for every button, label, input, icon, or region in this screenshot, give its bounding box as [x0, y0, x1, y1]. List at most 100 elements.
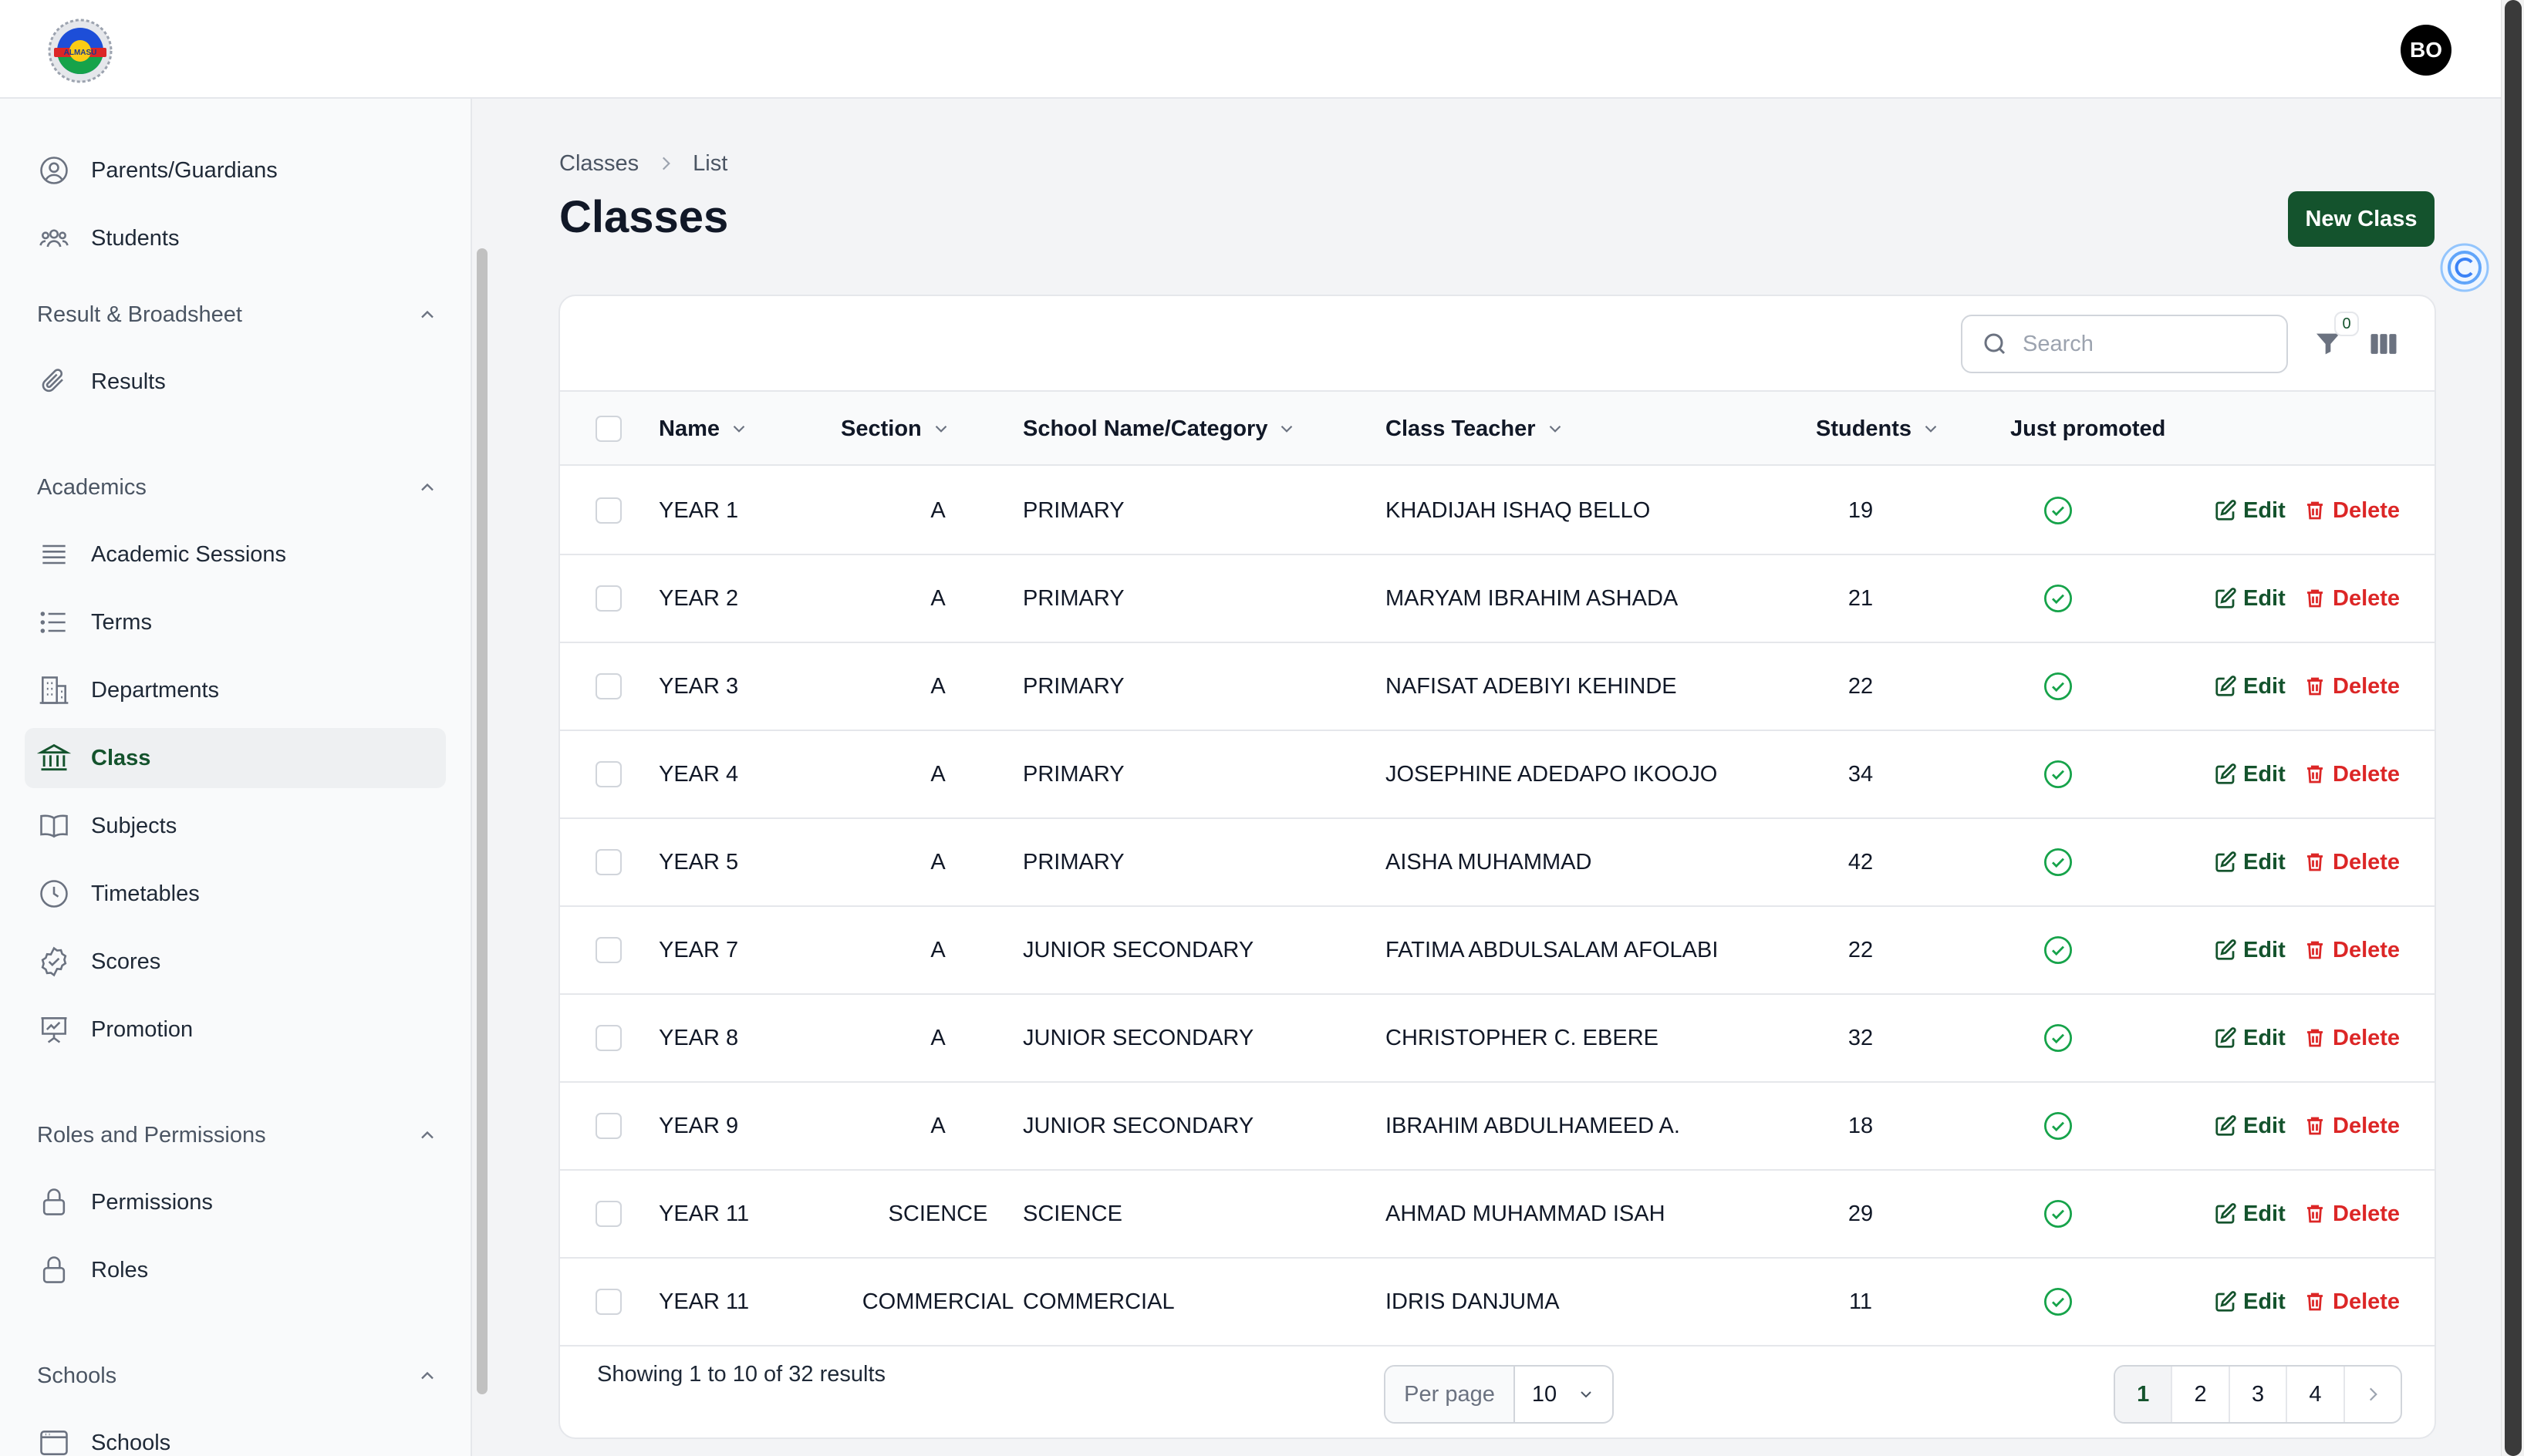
- trash-icon: [2307, 941, 2323, 959]
- page-scrollbar[interactable]: [2501, 0, 2524, 1456]
- sort-chevron-icon: [733, 425, 745, 433]
- edit-button[interactable]: Edit: [2214, 555, 2286, 642]
- columns-toggle-icon[interactable]: [2367, 327, 2401, 361]
- delete-button[interactable]: Delete: [2303, 643, 2400, 730]
- page-button-3[interactable]: 3: [2230, 1367, 2288, 1422]
- new-class-button[interactable]: New Class: [2288, 191, 2435, 247]
- edit-button[interactable]: Edit: [2214, 731, 2286, 817]
- delete-button[interactable]: Delete: [2303, 1259, 2400, 1345]
- per-page-value[interactable]: 10: [1515, 1367, 1612, 1422]
- user-group-icon: [37, 221, 71, 255]
- window-icon: [37, 1426, 71, 1456]
- search-box[interactable]: [1961, 315, 2288, 373]
- row-checkbox[interactable]: [596, 1113, 622, 1139]
- table-row[interactable]: YEAR 5 A PRIMARY AISHA MUHAMMAD 42 Edit Delete: [560, 819, 2435, 907]
- sidebar-item-parents-guardians[interactable]: Parents/Guardians: [25, 140, 446, 201]
- page-button-1[interactable]: 1: [2115, 1367, 2173, 1422]
- sort-chevron-icon: [935, 425, 947, 433]
- delete-button[interactable]: Delete: [2303, 1171, 2400, 1257]
- chevron-up-icon: [421, 1371, 434, 1380]
- page-title: Classes: [559, 192, 729, 242]
- sidebar-item-roles[interactable]: Roles: [25, 1240, 446, 1300]
- sidebar-item-terms[interactable]: Terms: [25, 592, 446, 652]
- edit-button[interactable]: Edit: [2214, 995, 2286, 1081]
- row-checkbox[interactable]: [596, 673, 622, 699]
- table-row[interactable]: YEAR 9 A JUNIOR SECONDARY IBRAHIM ABDULHAME…: [560, 1083, 2435, 1171]
- floating-assistant-icon[interactable]: [2438, 241, 2492, 295]
- group-schools[interactable]: Schools: [37, 1359, 438, 1393]
- table-header: Name Section School Name/Category Class …: [560, 390, 2435, 466]
- sidebar-item-scores[interactable]: Scores: [25, 932, 446, 992]
- column-header-section[interactable]: Section: [841, 392, 951, 466]
- row-checkbox[interactable]: [596, 1201, 622, 1227]
- edit-button[interactable]: Edit: [2214, 643, 2286, 730]
- cell-just-promoted: [1981, 555, 2135, 642]
- table-row[interactable]: YEAR 11 SCIENCE SCIENCE AHMAD MUHAMMAD ISAH…: [560, 1171, 2435, 1259]
- sidebar-item-promotion[interactable]: Promotion: [25, 999, 446, 1060]
- lock-icon: [37, 1253, 71, 1287]
- sidebar-item-class[interactable]: Class: [25, 728, 446, 788]
- cell-students: 21: [1847, 585, 1874, 611]
- table-row[interactable]: YEAR 2 A PRIMARY MARYAM IBRAHIM ASHADA 21 Edi…: [560, 555, 2435, 643]
- trash-icon: [2307, 1293, 2323, 1311]
- sidebar-item-students[interactable]: Students: [25, 208, 446, 268]
- row-checkbox[interactable]: [596, 497, 622, 524]
- sidebar-item-results[interactable]: Results: [25, 352, 446, 412]
- table-row[interactable]: YEAR 7 A JUNIOR SECONDARY FATIMA ABDULSALAM…: [560, 907, 2435, 995]
- group-roles-and-permissions[interactable]: Roles and Permissions: [37, 1118, 438, 1152]
- page-scrollbar-thumb[interactable]: [2505, 0, 2522, 1456]
- next-page-button[interactable]: [2345, 1367, 2401, 1422]
- column-label: Name: [659, 416, 720, 441]
- cell-section: A: [930, 585, 946, 611]
- column-header-class-teacher[interactable]: Class Teacher: [1385, 392, 1565, 466]
- per-page-select[interactable]: Per page 10: [1384, 1365, 1614, 1424]
- sidebar-item-subjects[interactable]: Subjects: [25, 796, 446, 856]
- delete-button[interactable]: Delete: [2303, 907, 2400, 993]
- delete-button[interactable]: Delete: [2303, 1083, 2400, 1169]
- edit-label: Edit: [2243, 937, 2286, 962]
- sidebar-item-schools[interactable]: Schools: [25, 1413, 446, 1456]
- user-avatar[interactable]: BO: [2401, 25, 2451, 76]
- sidebar-item-departments[interactable]: Departments: [25, 660, 446, 720]
- edit-button[interactable]: Edit: [2214, 1259, 2286, 1345]
- delete-button[interactable]: Delete: [2303, 995, 2400, 1081]
- classes-table-card: 0 Name Section School Name/Category Clas…: [558, 295, 2436, 1439]
- delete-button[interactable]: Delete: [2303, 467, 2400, 554]
- sidebar-item-academic-sessions[interactable]: Academic Sessions: [25, 524, 446, 585]
- edit-button[interactable]: Edit: [2214, 467, 2286, 554]
- sidebar-scrollbar[interactable]: [477, 248, 488, 1394]
- row-checkbox[interactable]: [596, 937, 622, 963]
- edit-button[interactable]: Edit: [2214, 819, 2286, 905]
- row-checkbox[interactable]: [596, 1025, 622, 1051]
- row-checkbox[interactable]: [596, 585, 622, 612]
- school-logo[interactable]: ALMASU: [37, 15, 123, 85]
- select-all-checkbox[interactable]: [596, 416, 622, 442]
- table-row[interactable]: YEAR 4 A PRIMARY JOSEPHINE ADEDAPO IKOOJO 34…: [560, 731, 2435, 819]
- delete-button[interactable]: Delete: [2303, 731, 2400, 817]
- table-row[interactable]: YEAR 11 COMMERCIAL COMMERCIAL IDRIS DANJUMA…: [560, 1259, 2435, 1346]
- delete-button[interactable]: Delete: [2303, 555, 2400, 642]
- page-button-4[interactable]: 4: [2287, 1367, 2345, 1422]
- row-checkbox[interactable]: [596, 849, 622, 875]
- column-header-name[interactable]: Name: [659, 392, 749, 466]
- sidebar-item-timetables[interactable]: Timetables: [25, 864, 446, 924]
- edit-button[interactable]: Edit: [2214, 1171, 2286, 1257]
- table-row[interactable]: YEAR 8 A JUNIOR SECONDARY CHRISTOPHER C. EB…: [560, 995, 2435, 1083]
- search-input[interactable]: [2023, 331, 2269, 357]
- edit-button[interactable]: Edit: [2214, 907, 2286, 993]
- column-header-students[interactable]: Students: [1816, 392, 1941, 466]
- group-result-broadsheet[interactable]: Result & Broadsheet: [37, 298, 438, 332]
- page-button-2[interactable]: 2: [2172, 1367, 2230, 1422]
- delete-button[interactable]: Delete: [2303, 819, 2400, 905]
- edit-button[interactable]: Edit: [2214, 1083, 2286, 1169]
- breadcrumb-classes-link[interactable]: Classes: [559, 151, 639, 177]
- column-header-school-category[interactable]: School Name/Category: [1023, 392, 1297, 466]
- table-row[interactable]: YEAR 3 A PRIMARY NAFISAT ADEBIYI KEHINDE 22 E…: [560, 643, 2435, 731]
- row-checkbox[interactable]: [596, 761, 622, 787]
- group-academics[interactable]: Academics: [37, 470, 438, 504]
- row-checkbox[interactable]: [596, 1289, 622, 1315]
- table-row[interactable]: YEAR 1 A PRIMARY KHADIJAH ISHAQ BELLO 19 Edit…: [560, 467, 2435, 555]
- pencil-square-icon: [2215, 763, 2236, 784]
- column-label: Section: [841, 416, 922, 441]
- sidebar-item-permissions[interactable]: Permissions: [25, 1172, 446, 1232]
